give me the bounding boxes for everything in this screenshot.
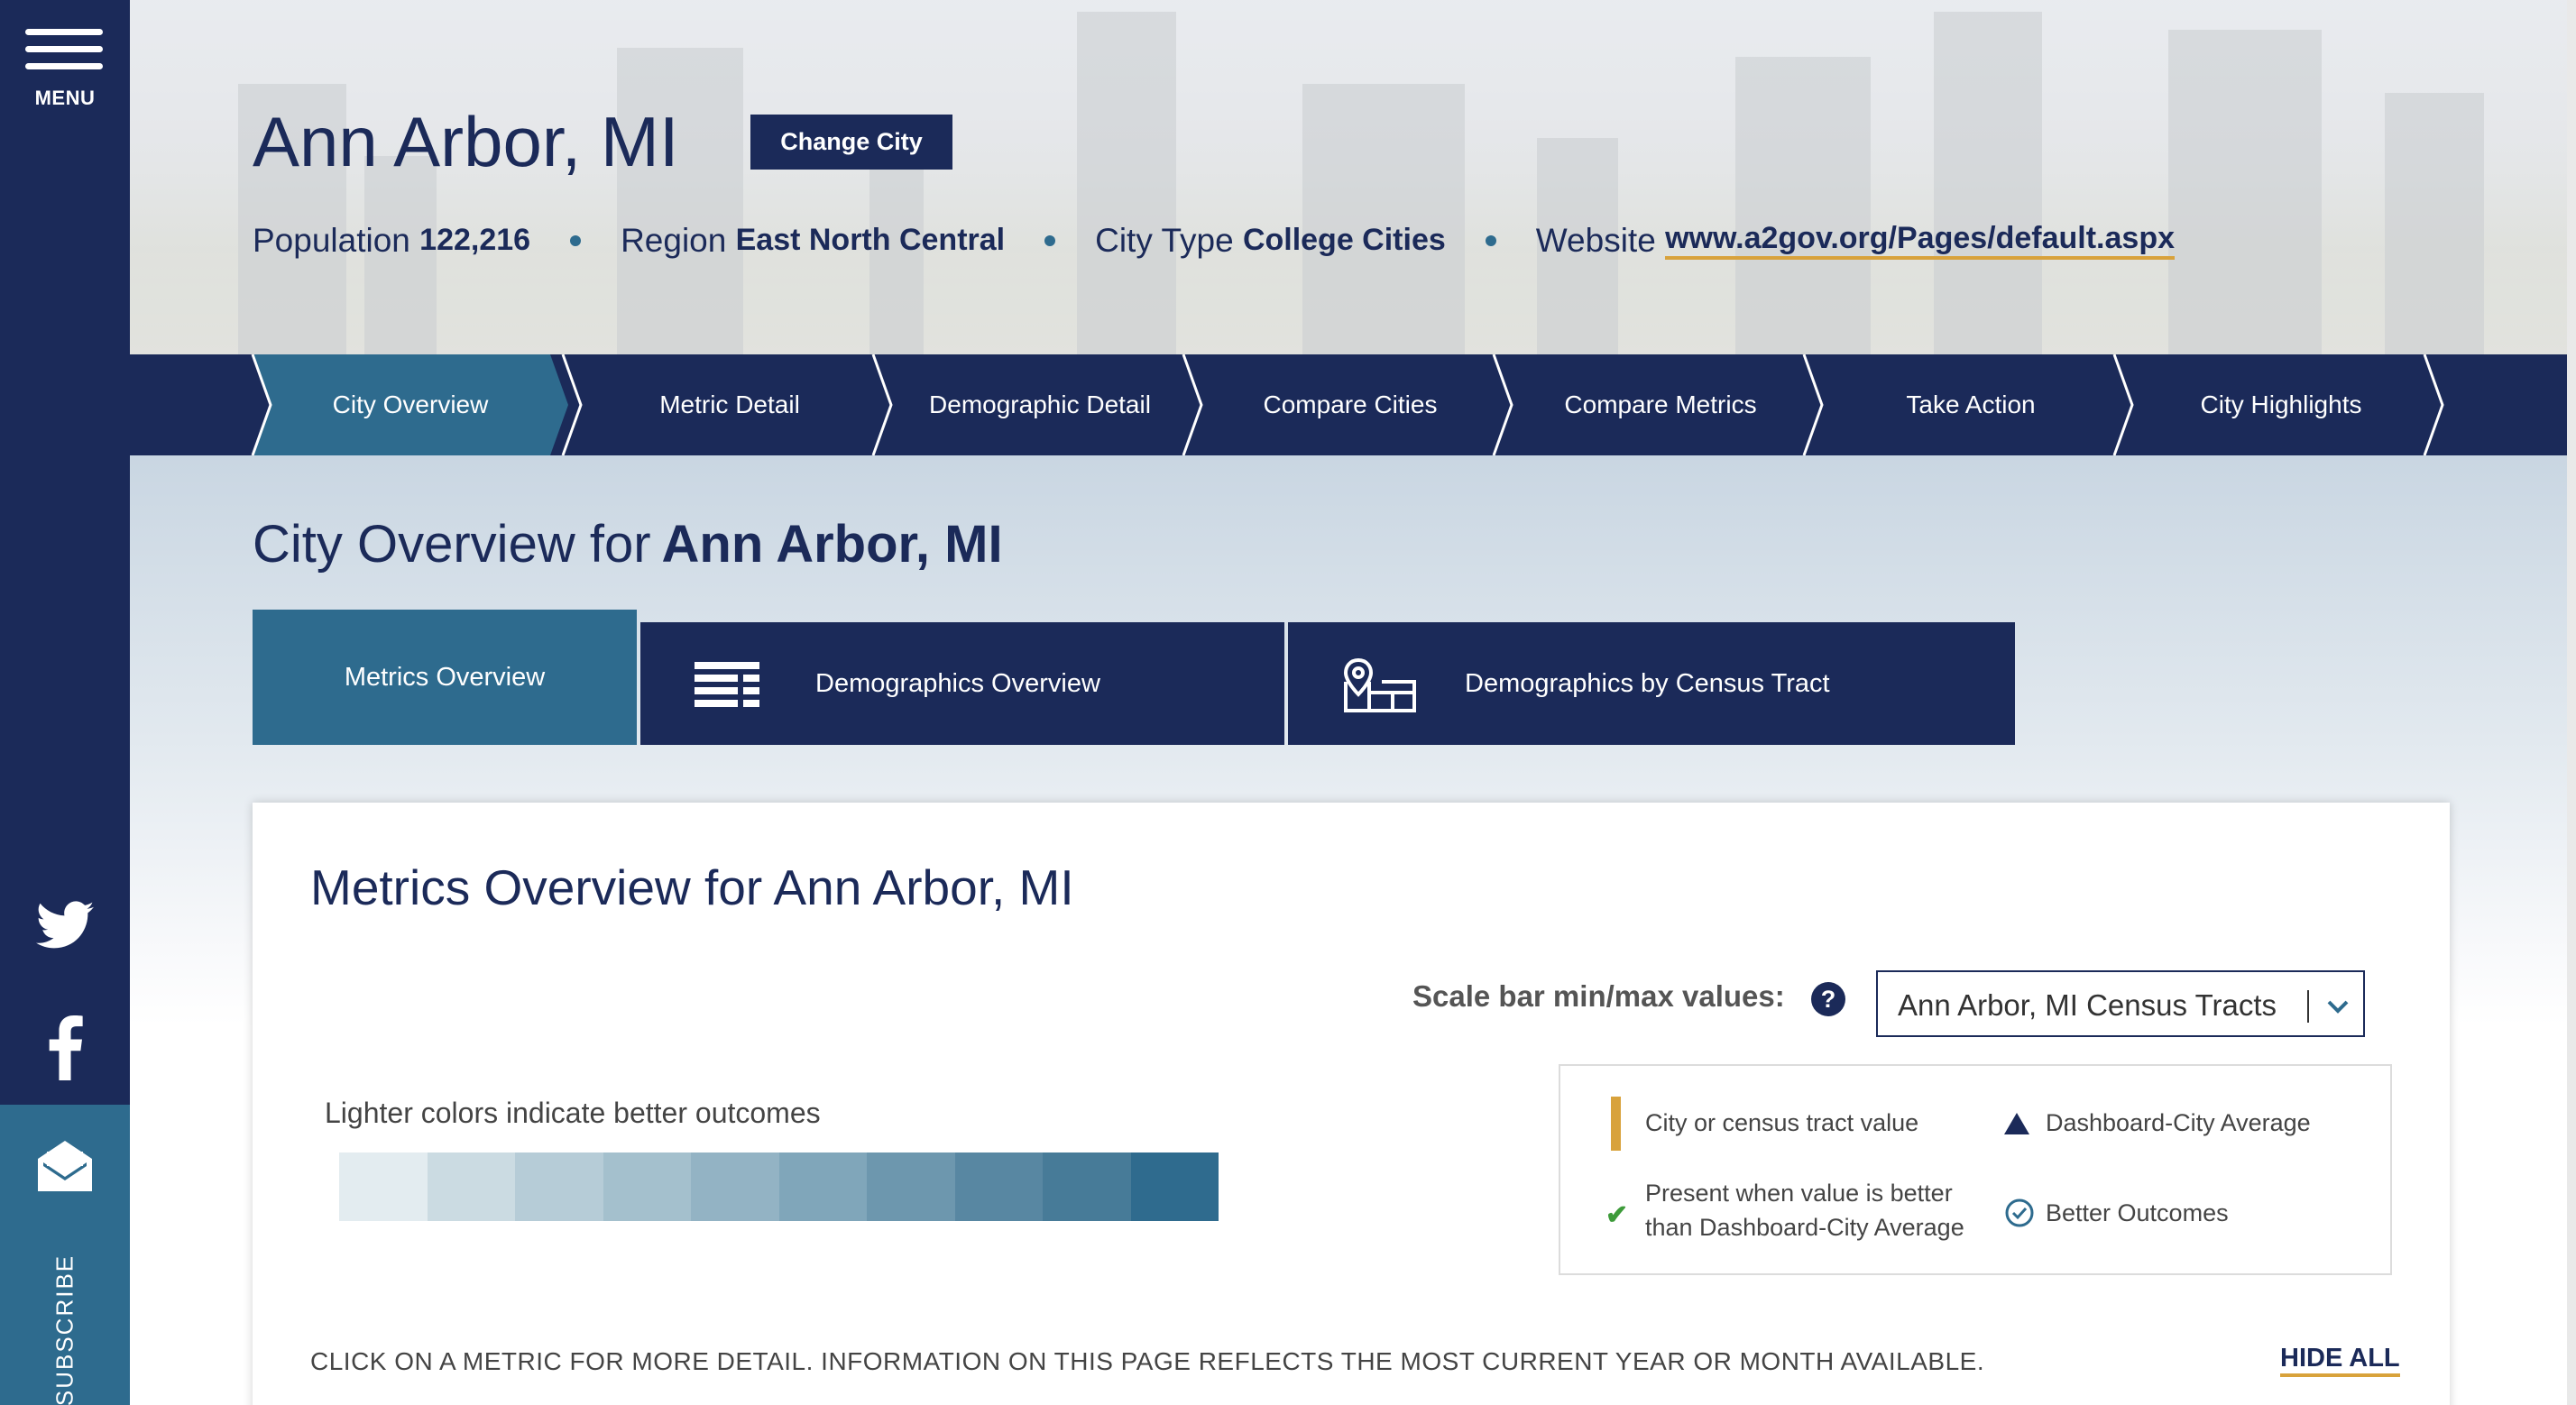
card-title: Metrics Overview for Ann Arbor, MI [310,859,1074,915]
color-scale-swatch [1043,1152,1131,1221]
population-label: Population [253,221,410,259]
subtab-demographics-overview[interactable]: Demographics Overview [640,622,1284,745]
help-icon[interactable]: ? [1811,982,1845,1016]
legend-city-value: City or census tract value [1645,1109,1919,1136]
facebook-icon [49,1015,83,1080]
table-grid-icon [695,662,759,707]
scrollbar-track[interactable] [2567,0,2576,1405]
twitter-icon [36,901,94,949]
city-value-marker-icon [1611,1097,1621,1151]
scale-select-value: Ann Arbor, MI Census Tracts [1898,988,2277,1022]
subtab-label: Metrics Overview [344,662,546,692]
legend-better-outcomes: Better Outcomes [2046,1199,2229,1226]
region-label: Region [621,221,727,259]
color-scale-swatch [1130,1152,1219,1221]
scale-bar-label: Scale bar min/max values: [1412,979,1785,1013]
color-scale-swatch [603,1152,691,1221]
envelope-icon [38,1141,92,1191]
menu-label: MENU [34,87,96,109]
page-title-prefix: City Overview for [253,515,651,574]
color-scale-swatch [427,1152,515,1221]
page-title: City Overview for Ann Arbor, MI [253,514,1003,574]
color-scale-swatch [867,1152,955,1221]
checkmark-icon: ✔ [1605,1200,1629,1230]
scale-bar-select[interactable]: Ann Arbor, MI Census Tracts [1876,970,2365,1037]
separator-dot [1485,234,1496,246]
color-scale-swatch [691,1152,779,1221]
legend-dashboard-average: Dashboard-City Average [2046,1109,2311,1136]
chevron-down-icon [2327,1000,2349,1014]
main-nav: City Overview Metric Detail Demographic … [130,354,2576,455]
color-scale-bar [339,1152,1219,1221]
color-scale-swatch [339,1152,428,1221]
subtab-label: Demographics by Census Tract [1465,668,1830,698]
color-scale-label: Lighter colors indicate better outcomes [325,1097,821,1129]
legend: City or census tract value Dashboard-Cit… [1559,1064,2392,1275]
subtab-metrics-overview[interactable]: Metrics Overview [253,610,637,745]
hide-all-button[interactable]: HIDE ALL [2280,1344,2400,1377]
region-value: East North Central [735,223,1006,257]
menu-icon [25,29,103,80]
population-value: 122,216 [419,223,531,257]
color-scale-swatch [954,1152,1043,1221]
subscribe-label: SUBSCRIBE [51,1253,78,1405]
facebook-link[interactable] [0,1015,130,1080]
triangle-icon [2004,1113,2029,1134]
twitter-link[interactable] [0,900,130,950]
subtab-label: Demographics Overview [815,668,1100,698]
color-scale-swatch [778,1152,867,1221]
website-label: Website [1535,221,1656,259]
sidebar: MENU SUBSCRIBE [0,0,130,1405]
separator-dot [570,234,582,246]
map-pin-icon [1343,657,1416,712]
legend-present-better-1: Present when value is better [1645,1180,1953,1207]
color-scale-swatch [515,1152,603,1221]
subtab-demographics-census-tract[interactable]: Demographics by Census Tract [1288,622,2015,745]
hero-banner: Ann Arbor, MI Change City Population 122… [130,0,2576,354]
instructions-text: CLICK ON A METRIC FOR MORE DETAIL. INFOR… [310,1347,1985,1375]
separator-dot [1044,234,1056,246]
metrics-overview-card: Metrics Overview for Ann Arbor, MI Scale… [253,803,2450,1405]
city-facts: Population 122,216 Region East North Cen… [253,221,2175,260]
website-link[interactable]: www.a2gov.org/Pages/default.aspx [1665,221,2175,260]
page-title-city: Ann Arbor, MI [661,515,1003,574]
circle-check-icon [2005,1198,2034,1227]
change-city-button[interactable]: Change City [750,115,952,170]
city-type-value: College Cities [1242,223,1446,257]
city-type-label: City Type [1095,221,1234,259]
nav-chevron-dividers [251,354,2444,455]
menu-button[interactable]: MENU [0,0,130,126]
city-title: Ann Arbor, MI [253,102,679,181]
legend-present-better-2: than Dashboard-City Average [1645,1214,1964,1241]
subscribe-button[interactable]: SUBSCRIBE [0,1105,130,1405]
